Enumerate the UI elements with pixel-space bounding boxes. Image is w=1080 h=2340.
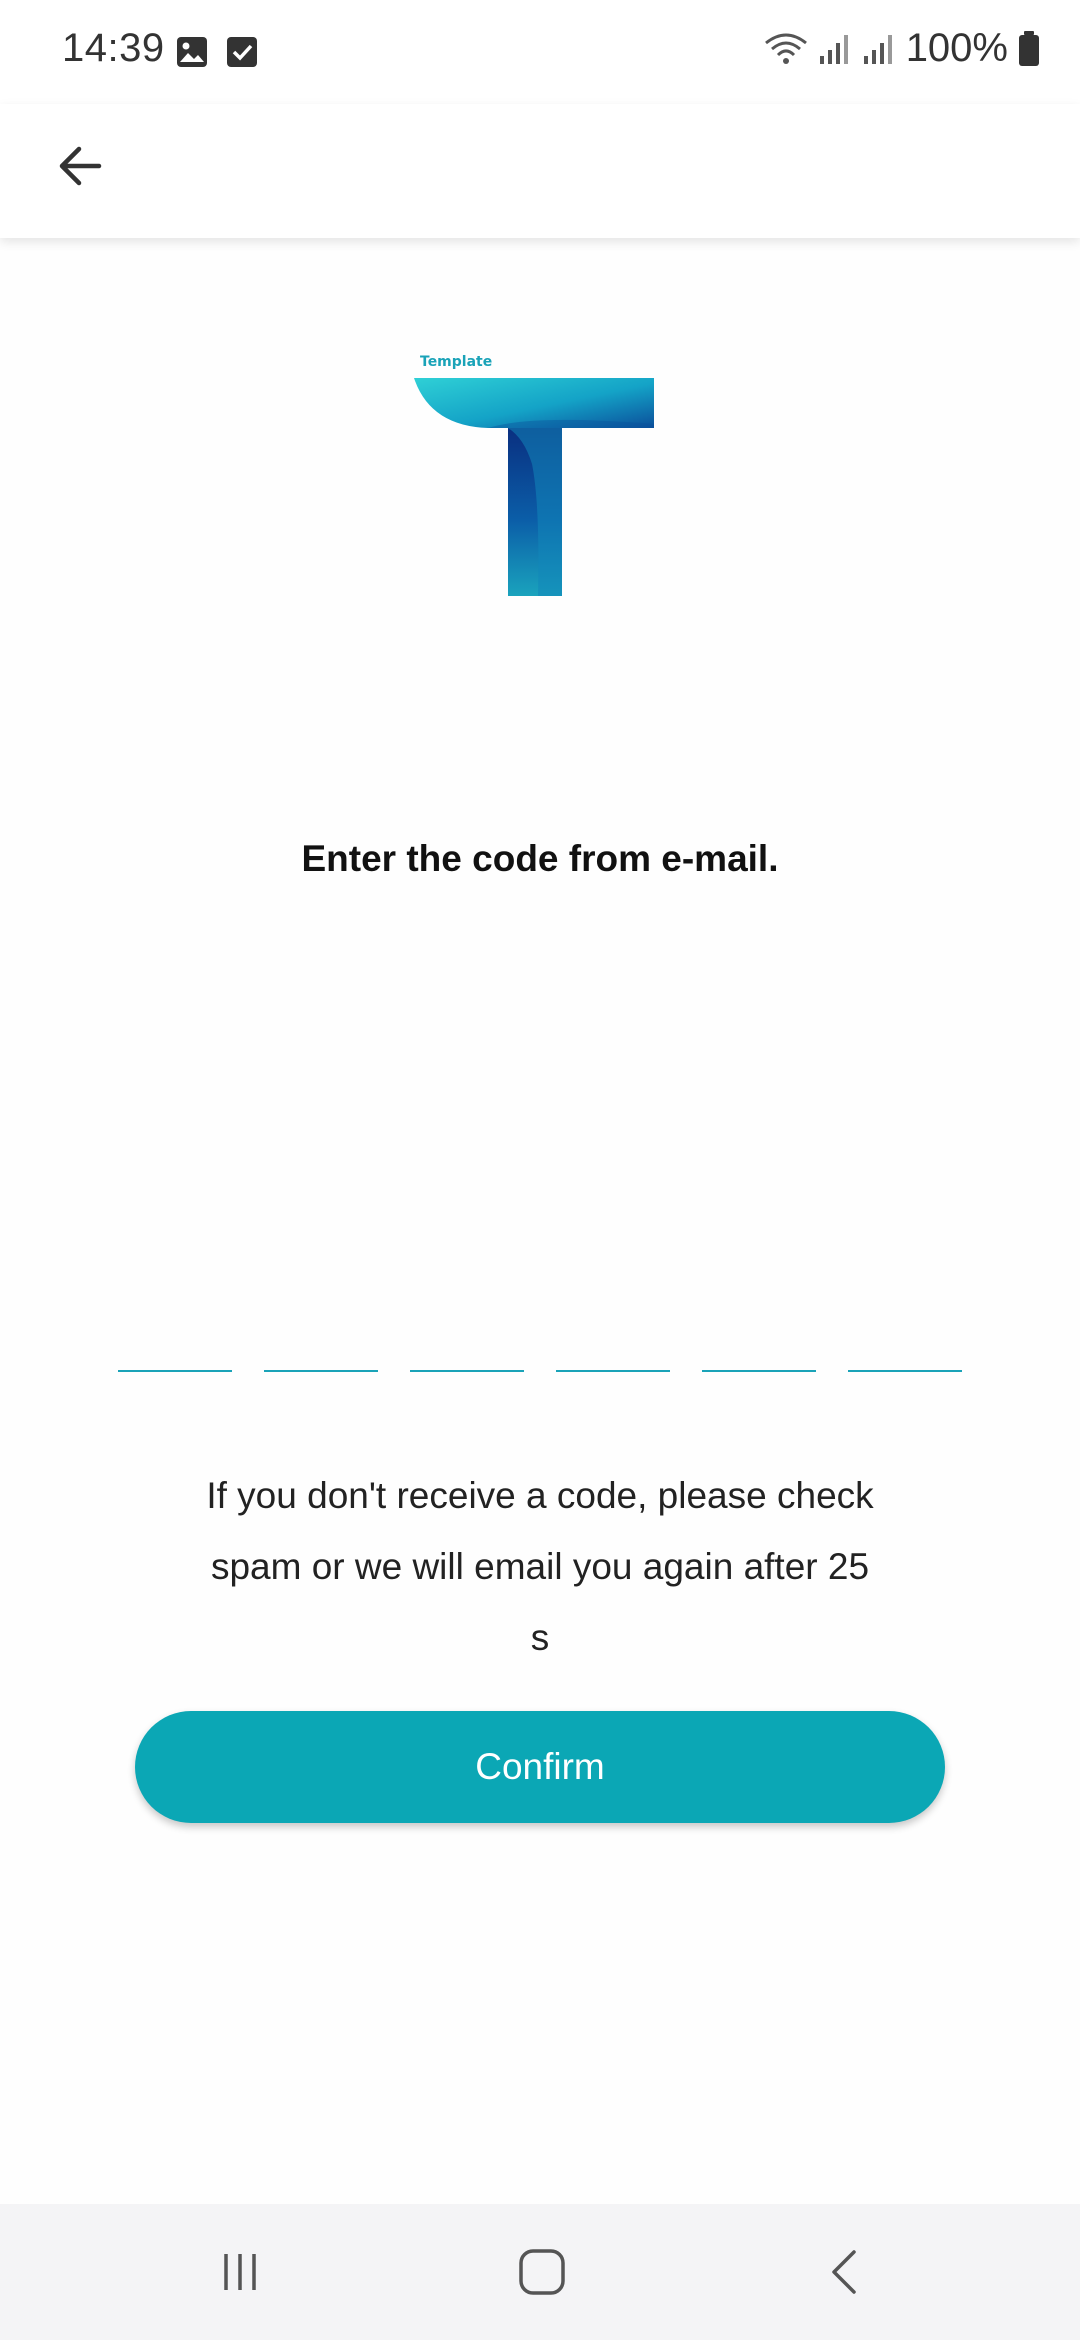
code-input-row: [118, 1320, 962, 1372]
back-icon: [832, 2250, 856, 2294]
status-system-icons: 100%: [764, 26, 1040, 71]
back-button[interactable]: [40, 126, 120, 206]
status-notification-icons: [176, 36, 258, 68]
signal-icon: [819, 34, 848, 64]
signal-icon: [863, 34, 892, 64]
system-nav-bar: [0, 2204, 1080, 2340]
status-bar: 14:39 100%: [0, 0, 1080, 104]
app-logo: Template: [412, 354, 658, 598]
home-icon: [519, 2249, 565, 2295]
recent-apps-icon: [224, 2254, 256, 2290]
page-title: Enter the code from e-mail.: [301, 838, 779, 879]
image-icon: [177, 37, 207, 67]
code-digit-input[interactable]: [118, 1320, 232, 1372]
code-digit-input[interactable]: [264, 1320, 378, 1372]
wifi-icon: [764, 33, 807, 64]
home-button[interactable]: [502, 2232, 582, 2312]
battery-percent: 100%: [905, 26, 1008, 70]
battery-icon: [1019, 30, 1039, 66]
code-digit-input[interactable]: [702, 1320, 816, 1372]
resend-countdown-unit: s: [530, 1617, 550, 1658]
arrow-left-icon: [59, 146, 102, 186]
logo-t-mark: [414, 378, 654, 596]
recent-apps-button[interactable]: [200, 2232, 280, 2312]
confirm-button[interactable]: Confirm: [135, 1711, 945, 1823]
code-digit-input[interactable]: [556, 1320, 670, 1372]
resend-hint: If you don't receive a code, please chec…: [180, 1460, 900, 1673]
code-digit-input[interactable]: [410, 1320, 524, 1372]
app-bar: [0, 104, 1080, 238]
status-time: 14:39: [62, 26, 165, 70]
checkbox-icon: [227, 37, 257, 67]
resend-hint-line: If you don't receive a code, please chec…: [206, 1475, 874, 1516]
nav-back-button[interactable]: [806, 2232, 886, 2312]
verification-screen: Template Enter the code from e-mail. If …: [0, 238, 1080, 2204]
resend-hint-line: spam or we will email you again after 25: [210, 1546, 870, 1587]
code-digit-input[interactable]: [848, 1320, 962, 1372]
